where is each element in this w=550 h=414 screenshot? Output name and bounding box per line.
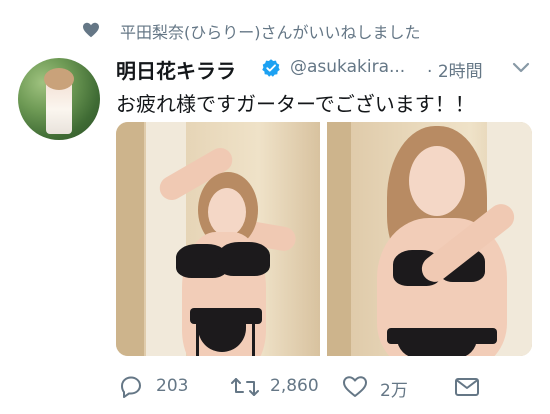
media-photo-1[interactable] <box>116 122 320 356</box>
media-photo-2[interactable] <box>327 122 532 356</box>
reply-button[interactable]: 203 <box>118 373 198 403</box>
garter-strap <box>252 322 255 356</box>
lingerie <box>397 338 477 356</box>
reply-icon <box>121 376 141 398</box>
social-context-text[interactable]: 平田梨奈(ひらりー)さんがいいねしました <box>120 19 421 43</box>
face <box>409 146 465 216</box>
timestamp-value: 2時間 <box>437 62 483 82</box>
chevron-down-icon[interactable] <box>512 61 530 75</box>
verified-badge-icon <box>262 59 280 77</box>
avatar-hair <box>44 68 74 90</box>
retweet-button[interactable]: 2,860 <box>230 373 330 403</box>
door-frame <box>327 122 351 356</box>
door-frame <box>116 122 144 356</box>
heart-icon <box>83 22 99 38</box>
envelope-icon <box>455 378 479 396</box>
author-name[interactable]: 明日花キララ <box>116 55 236 84</box>
wall-panel <box>146 122 186 356</box>
reply-count: 203 <box>156 376 189 396</box>
direct-message-button[interactable] <box>454 373 484 403</box>
retweet-icon <box>231 378 259 396</box>
like-count: 2万 <box>380 381 408 401</box>
tweet-text: お疲れ様ですガーターでございます！！ <box>116 92 475 116</box>
like-icon <box>343 376 367 397</box>
bra <box>218 242 270 276</box>
retweet-count: 2,860 <box>270 376 319 396</box>
separator: · <box>427 62 433 82</box>
tweet-timestamp[interactable]: · 2時間 <box>427 57 483 82</box>
author-handle[interactable]: @asukakira... <box>290 57 405 77</box>
face <box>208 188 246 236</box>
garter-strap <box>196 322 199 356</box>
tweet-actions: 203 2,860 2万 <box>0 373 550 403</box>
avatar[interactable] <box>18 58 100 140</box>
like-button[interactable]: 2万 <box>342 373 422 403</box>
